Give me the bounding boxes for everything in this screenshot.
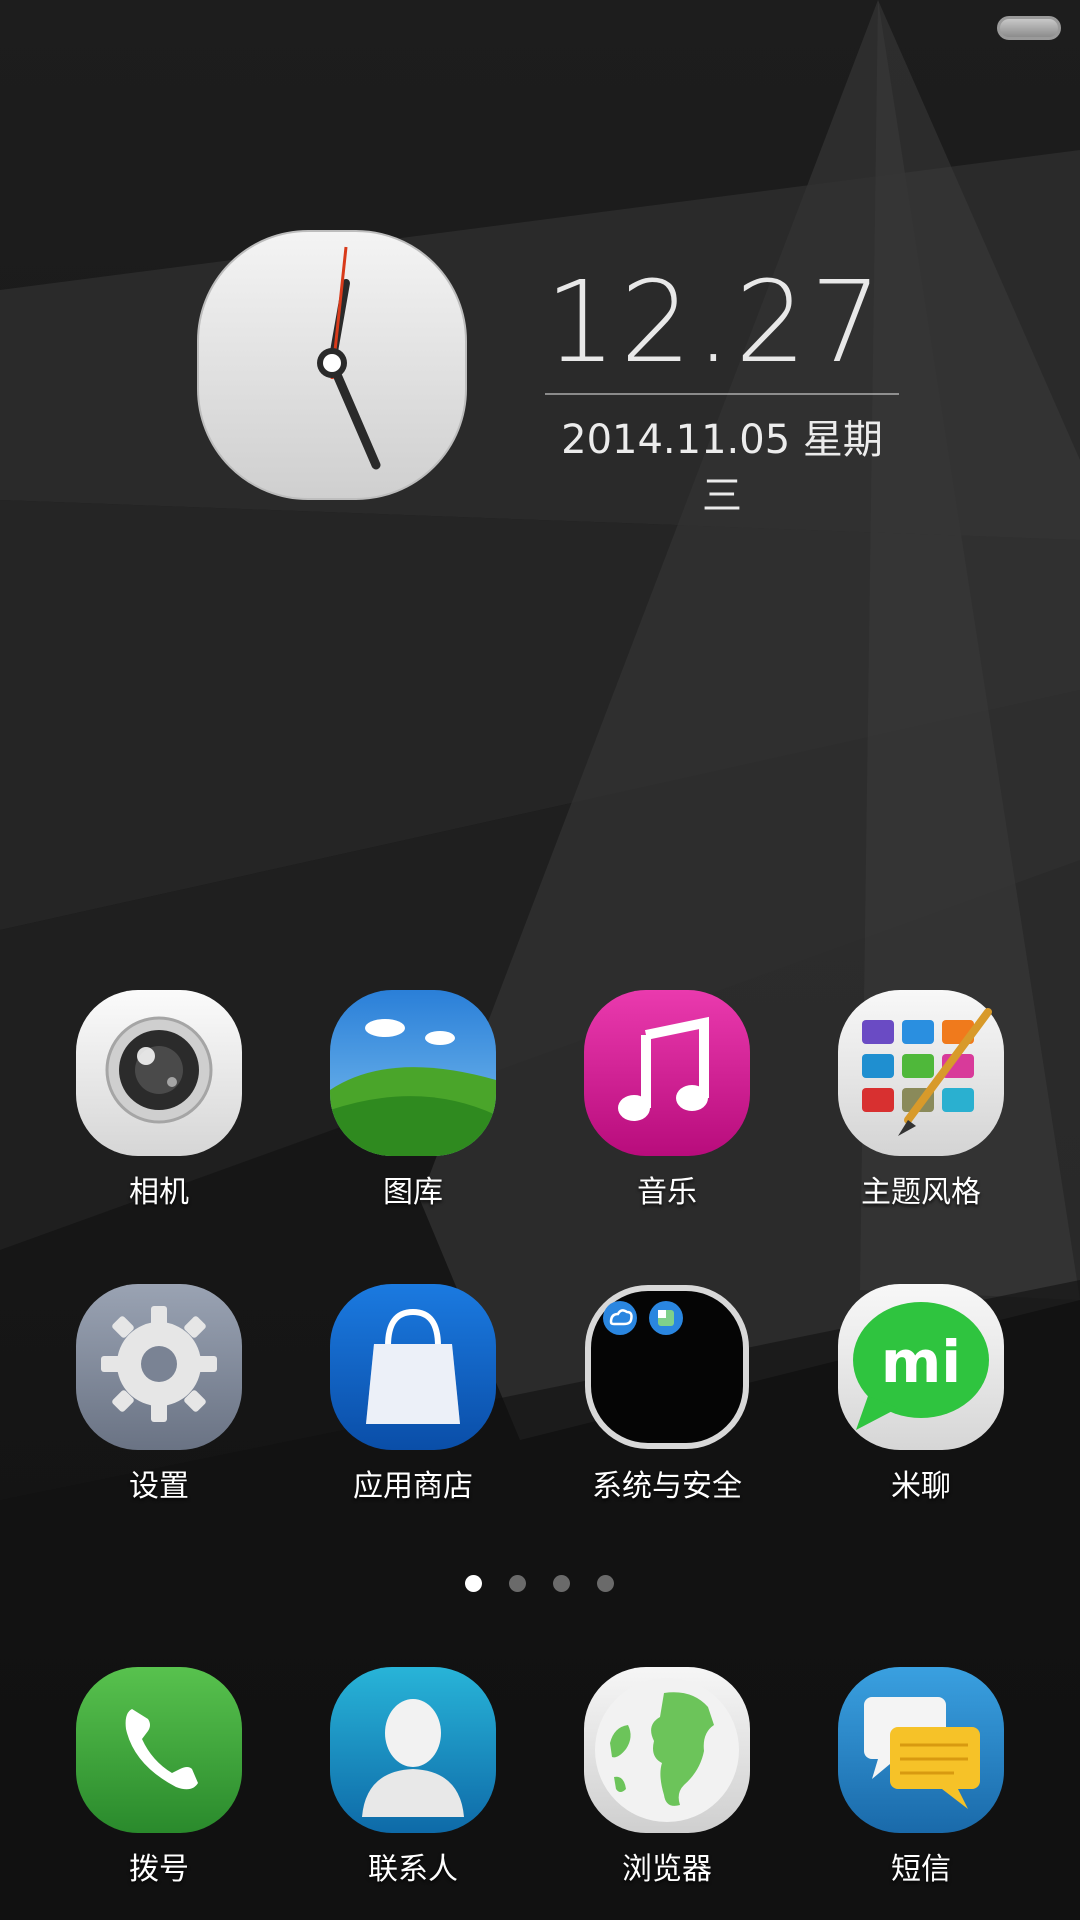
camera-icon: [76, 990, 242, 1156]
app-camera[interactable]: 相机: [49, 990, 269, 1230]
page-dot-1[interactable]: [465, 1575, 482, 1592]
music-icon: [584, 990, 750, 1156]
miliao-chat-icon: mi: [838, 1284, 1004, 1450]
wallpaper: [0, 0, 1080, 1920]
app-label: 主题风格: [861, 1175, 981, 1210]
clock-divider: [545, 393, 899, 395]
app-label: 联系人: [368, 1852, 458, 1887]
app-store-bag-icon: [330, 1284, 496, 1450]
date-text: 2014.11.05 星期三: [561, 417, 883, 519]
app-label: 系统与安全: [592, 1469, 742, 1504]
contacts-icon: [330, 1667, 496, 1833]
gallery-icon: [330, 990, 496, 1156]
dock-contacts[interactable]: 联系人: [303, 1667, 523, 1907]
themes-icon: [838, 990, 1004, 1156]
app-settings[interactable]: 设置: [49, 1284, 269, 1524]
messages-icon: [838, 1667, 1004, 1833]
app-label: 音乐: [637, 1175, 697, 1210]
folder-icon: [585, 1285, 749, 1449]
browser-globe-icon: [584, 1667, 750, 1833]
app-label: 短信: [891, 1852, 951, 1887]
app-music[interactable]: 音乐: [557, 990, 777, 1230]
home-screen: 12.27 2014.11.05 星期三 相机 图库 音乐 主题风格 设置 应用…: [0, 0, 1080, 1920]
phone-icon: [76, 1667, 242, 1833]
app-miliao[interactable]: mi 米聊: [811, 1284, 1031, 1524]
page-dot-4[interactable]: [597, 1575, 614, 1592]
dock-phone[interactable]: 拨号: [49, 1667, 269, 1907]
dock-messages[interactable]: 短信: [811, 1667, 1031, 1907]
analog-clock-icon[interactable]: [196, 229, 468, 501]
app-label: 米聊: [891, 1469, 951, 1504]
app-label: 拨号: [129, 1852, 189, 1887]
app-label: 应用商店: [353, 1469, 473, 1504]
dock-browser[interactable]: 浏览器: [557, 1667, 777, 1907]
battery-icon: [997, 16, 1061, 40]
page-indicator[interactable]: [0, 1575, 1080, 1595]
settings-gear-icon: [76, 1284, 242, 1450]
app-store[interactable]: 应用商店: [303, 1284, 523, 1524]
app-label: 相机: [129, 1175, 189, 1210]
page-dot-3[interactable]: [553, 1575, 570, 1592]
app-label: 设置: [129, 1469, 189, 1504]
svg-text:mi: mi: [881, 1328, 961, 1396]
folder-system-security[interactable]: 系统与安全: [557, 1284, 777, 1524]
app-label: 浏览器: [622, 1852, 712, 1887]
page-dot-2[interactable]: [509, 1575, 526, 1592]
app-gallery[interactable]: 图库: [303, 990, 523, 1230]
digital-time: 12.27: [545, 258, 886, 388]
app-label: 图库: [383, 1175, 443, 1210]
app-themes[interactable]: 主题风格: [811, 990, 1031, 1230]
